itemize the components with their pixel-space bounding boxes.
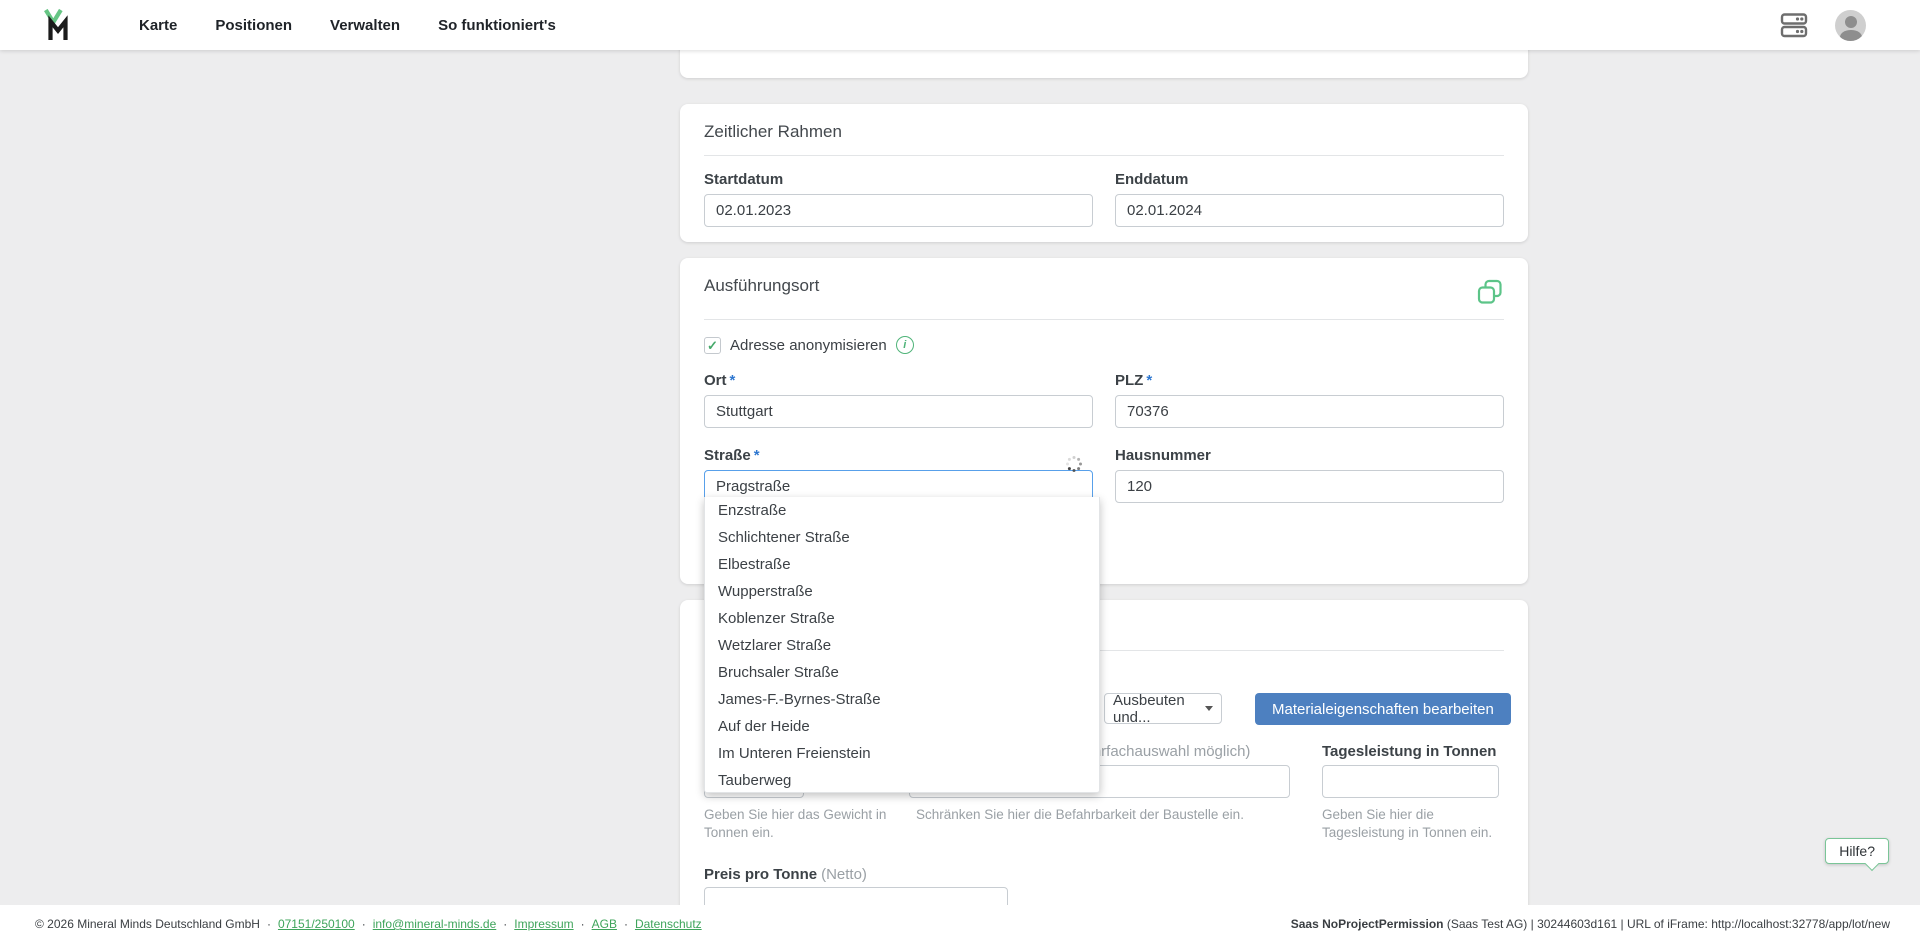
suggestion-item[interactable]: Wupperstraße [705, 578, 1099, 605]
top-navbar: Karte Positionen Verwalten So funktioniert'… [0, 0, 1920, 50]
user-avatar[interactable] [1835, 10, 1866, 41]
card-zeitlicher-rahmen: Zeitlicher Rahmen Startdatum Enddatum [680, 104, 1528, 242]
startdatum-label: Startdatum [704, 171, 1093, 188]
field-ort: Ort* [704, 372, 1093, 428]
nav-item[interactable]: So funktioniert's [438, 17, 556, 34]
strasse-label: Straße [704, 447, 751, 464]
suggestion-item[interactable]: Im Unteren Freienstein [705, 740, 1099, 767]
footer-link[interactable]: Datenschutz [617, 917, 702, 931]
hilfe-button[interactable]: Hilfe? [1825, 838, 1889, 864]
field-hausnummer: Hausnummer [1115, 447, 1504, 503]
preis-pro-tonne-label: Preis pro Tonne(Netto) [704, 866, 867, 883]
suggestion-item[interactable]: Enzstraße [705, 497, 1099, 524]
materialeigenschaften-bearbeiten-button[interactable]: Materialeigenschaften bearbeiten [1255, 693, 1511, 725]
field-enddatum: Enddatum [1115, 171, 1504, 227]
avatar-head [1845, 16, 1857, 28]
required-asterisk: * [1146, 372, 1152, 389]
suggestion-item[interactable]: Elbestraße [705, 551, 1099, 578]
nav-item[interactable]: Verwalten [330, 17, 400, 34]
befahrbarkeit-helper-text: Schränken Sie hier die Befahrbarkeit der… [916, 806, 1256, 824]
footer-link[interactable]: Impressum [496, 917, 573, 931]
anonymize-checkbox[interactable]: ✓ [704, 337, 721, 354]
anonymize-label: Adresse anonymisieren [730, 337, 887, 354]
tagesleistung-helper-text: Geben Sie hier die Tagesleistung in Tonn… [1322, 806, 1517, 841]
hausnummer-label: Hausnummer [1115, 447, 1504, 464]
loading-spinner-icon [1065, 455, 1083, 473]
suggestion-item[interactable]: Schlichtener Straße [705, 524, 1099, 551]
copyright-text: © 2026 Mineral Minds Deutschland GmbH [35, 917, 260, 931]
bubble-tail [1865, 857, 1879, 871]
plz-label: PLZ [1115, 372, 1143, 389]
nav-item[interactable]: Karte [139, 17, 177, 34]
footer-link[interactable]: 07151/250100 [260, 917, 355, 931]
copy-icon[interactable] [1476, 278, 1504, 306]
tenant-name: Saas NoProjectPermission [1291, 917, 1444, 931]
card-stack-icon[interactable] [1779, 10, 1809, 40]
footer-right: Saas NoProjectPermission (Saas Test AG) … [1291, 917, 1890, 931]
required-asterisk: * [754, 447, 760, 464]
main-nav: Karte Positionen Verwalten So funktioniert'… [139, 17, 556, 34]
enddatum-input[interactable] [1115, 194, 1504, 227]
suggestion-item[interactable]: James-F.-Byrnes-Straße [705, 686, 1099, 713]
info-icon[interactable]: i [896, 336, 914, 354]
mineral-minds-logo-icon[interactable] [43, 7, 73, 43]
divider [704, 319, 1504, 320]
field-plz: PLZ* [1115, 372, 1504, 428]
footer-links: 07151/250100info@mineral-minds.deImpress… [260, 917, 702, 931]
section-title: Zeitlicher Rahmen [704, 122, 1504, 142]
app-window: Karte Positionen Verwalten So funktioniert'… [0, 0, 1920, 943]
environment-info: (Saas Test AG) | 30244603d161 | URL of i… [1443, 917, 1890, 931]
street-suggestions-dropdown: EnzstraßeSchlichtener StraßeElbestraßeWu… [704, 497, 1100, 793]
tagesleistung-label: Tagesleistung in Tonnen [1322, 743, 1496, 760]
chevron-down-icon [1205, 706, 1213, 711]
gewicht-helper-text: Geben Sie hier das Gewicht in Tonnen ein… [704, 806, 909, 841]
hausnummer-input[interactable] [1115, 470, 1504, 503]
tagesleistung-input[interactable] [1322, 765, 1499, 798]
field-startdatum: Startdatum [704, 171, 1093, 227]
startdatum-input[interactable] [704, 194, 1093, 227]
divider [704, 155, 1504, 156]
footer-link[interactable]: AGB [574, 917, 617, 931]
field-strasse: Straße* [704, 447, 1093, 503]
checkmark-icon: ✓ [707, 339, 718, 352]
nav-item[interactable]: Positionen [215, 17, 292, 34]
plz-input[interactable] [1115, 395, 1504, 428]
select-value: Ausbeuten und... [1113, 692, 1199, 726]
footer-left: © 2026 Mineral Minds Deutschland GmbH 07… [35, 917, 702, 931]
suggestion-item[interactable]: Tauberweg [705, 767, 1099, 793]
footer-bar: © 2026 Mineral Minds Deutschland GmbH 07… [0, 905, 1920, 943]
avatar-body [1840, 30, 1862, 41]
suggestion-item[interactable]: Wetzlarer Straße [705, 632, 1099, 659]
befahrbarkeit-select[interactable]: Ausbeuten und... [1104, 693, 1222, 724]
suggestion-item[interactable]: Bruchsaler Straße [705, 659, 1099, 686]
suggestion-item[interactable]: Auf der Heide [705, 713, 1099, 740]
section-title: Ausführungsort [704, 276, 819, 296]
header-right [1779, 10, 1866, 41]
required-asterisk: * [730, 372, 736, 389]
netto-suffix: (Netto) [821, 866, 867, 883]
suggestion-item[interactable]: Koblenzer Straße [705, 605, 1099, 632]
ort-label: Ort [704, 372, 727, 389]
enddatum-label: Enddatum [1115, 171, 1504, 188]
footer-link[interactable]: info@mineral-minds.de [355, 917, 497, 931]
ort-input[interactable] [704, 395, 1093, 428]
